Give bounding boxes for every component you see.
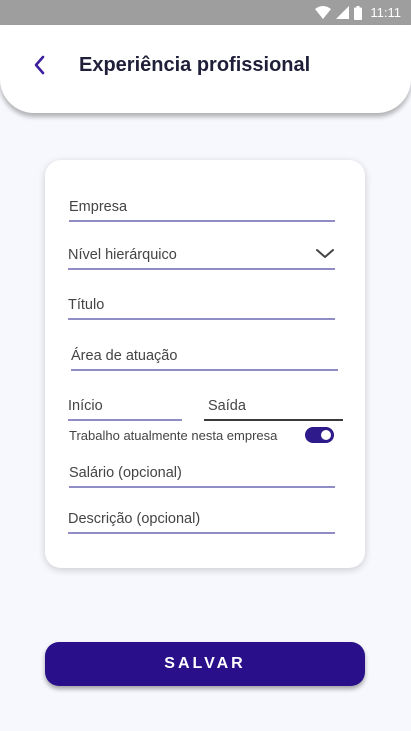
area-placeholder: Área de atuação — [71, 348, 178, 364]
app-header: Experiência profissional — [0, 25, 411, 113]
area-field[interactable]: Área de atuação — [71, 338, 338, 371]
page-title: Experiência profissional — [79, 54, 311, 76]
end-date-placeholder: Saída — [208, 398, 246, 414]
status-time: 11:11 — [370, 5, 401, 20]
chevron-down-icon — [315, 247, 335, 263]
chevron-left-icon — [34, 55, 45, 75]
company-placeholder: Empresa — [69, 199, 128, 215]
save-button[interactable]: SALVAR — [45, 642, 365, 686]
level-placeholder: Nível hierárquico — [68, 247, 177, 263]
current-job-row: Trabalho atualmente nesta empresa — [69, 426, 335, 446]
company-field[interactable]: Empresa — [69, 190, 335, 222]
signal-icon — [336, 6, 350, 19]
current-job-label: Trabalho atualmente nesta empresa — [69, 428, 278, 443]
job-title-placeholder: Título — [68, 297, 105, 313]
salary-placeholder: Salário (opcional) — [69, 465, 182, 481]
status-bar: 11:11 — [0, 0, 411, 25]
description-placeholder: Descrição (opcional) — [68, 511, 201, 527]
level-select[interactable]: Nível hierárquico — [68, 236, 335, 270]
toggle-knob — [321, 430, 331, 440]
battery-icon — [354, 5, 363, 20]
start-date-placeholder: Início — [68, 398, 103, 414]
back-button[interactable] — [26, 50, 52, 80]
wifi-icon — [315, 6, 332, 19]
start-date-field[interactable]: Início — [68, 390, 182, 421]
description-field[interactable]: Descrição (opcional) — [68, 500, 335, 534]
current-job-toggle[interactable] — [305, 427, 334, 443]
job-title-field[interactable]: Título — [68, 288, 335, 320]
salary-field[interactable]: Salário (opcional) — [69, 455, 335, 488]
end-date-field[interactable]: Saída — [204, 390, 343, 421]
